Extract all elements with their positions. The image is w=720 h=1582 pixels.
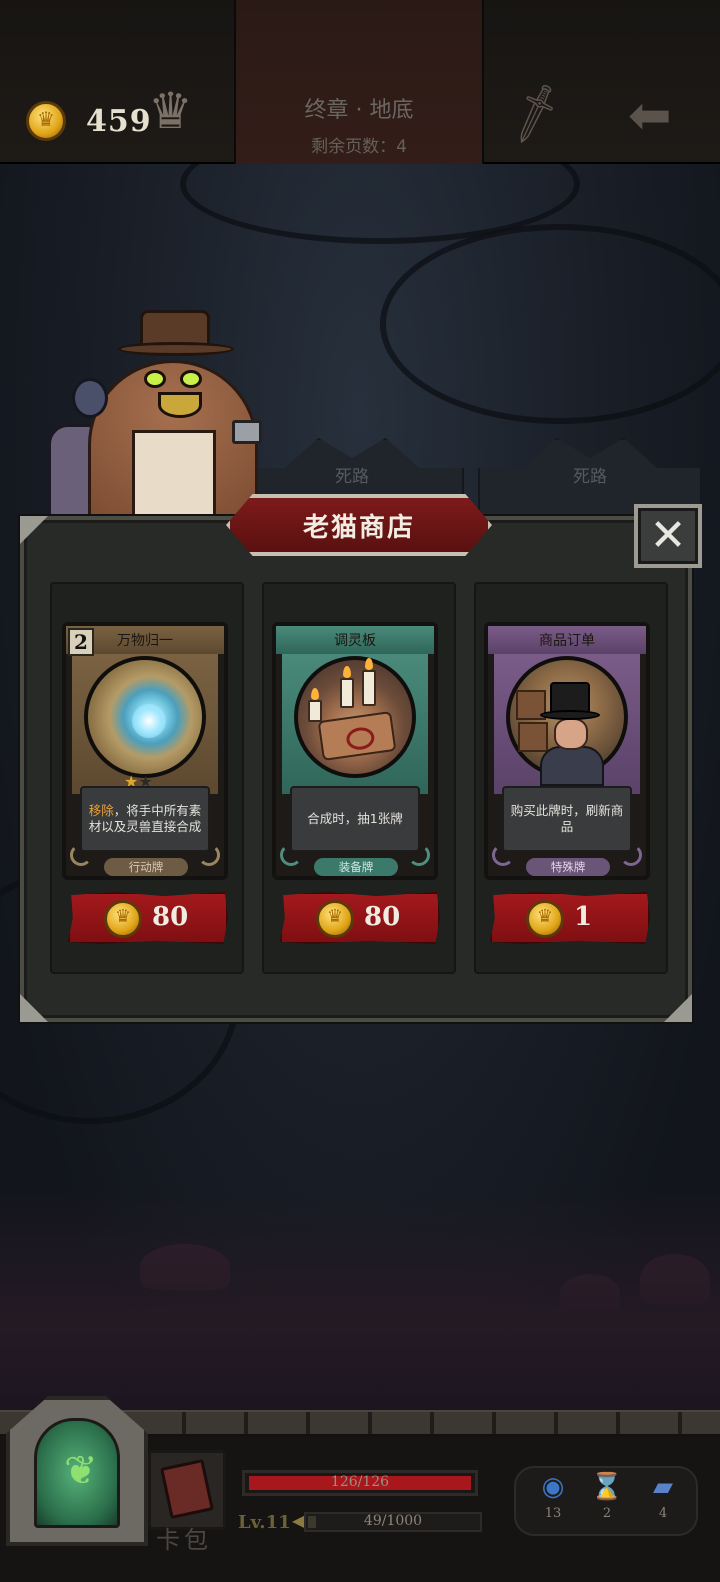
- resource-cards[interactable]: ▰ 4: [638, 1474, 688, 1521]
- shop-card-1[interactable]: 万物归一 2 ★★ 移除，将手中所有素材以及灵兽直接合成 行动牌: [62, 622, 228, 880]
- cave-floor: [0, 1184, 720, 1414]
- merchant-face: [554, 718, 588, 750]
- vine-decoration: [380, 224, 720, 424]
- resource-value: 13: [544, 1506, 562, 1521]
- candle-flame: [343, 666, 351, 678]
- card-description-box: 合成时，抽1张牌: [290, 786, 420, 852]
- level-label: Lv.11: [238, 1512, 291, 1533]
- path-label: 死路: [573, 467, 607, 487]
- candle: [340, 678, 354, 708]
- card-pack-label: 卡包: [156, 1526, 212, 1554]
- gold-coin-icon: [526, 900, 564, 938]
- panel-corner: [20, 516, 48, 544]
- card-description: 合成时，抽1张牌: [307, 811, 403, 826]
- panel-corner: [664, 994, 692, 1022]
- close-button[interactable]: ✕: [634, 504, 702, 568]
- orb-icon: ◉: [541, 1472, 565, 1502]
- resource-value: 2: [602, 1506, 612, 1521]
- card-type-label: 装备牌: [314, 858, 398, 876]
- character-portal-button[interactable]: ❦: [6, 1396, 148, 1546]
- owl-eye: [144, 370, 166, 388]
- candle-flame: [365, 658, 373, 670]
- buy-button-3[interactable]: 1: [490, 892, 650, 944]
- card-name: 商品订单: [539, 633, 595, 649]
- resource-hourglass[interactable]: ⌛ 2: [582, 1474, 632, 1521]
- buy-button-2[interactable]: 80: [280, 892, 440, 944]
- hourglass-icon: ⌛: [590, 1472, 624, 1502]
- curl-ornament: [70, 844, 92, 866]
- card-type-label: 特殊牌: [526, 858, 610, 876]
- cards-icon: ▰: [653, 1472, 673, 1502]
- resource-orb[interactable]: ◉ 13: [528, 1474, 578, 1521]
- curl-ornament: [492, 844, 514, 866]
- card-cost-badge: 2: [68, 628, 94, 656]
- gold-coin-icon: [26, 101, 66, 141]
- curl-ornament: [620, 844, 642, 866]
- gold-coin-icon: [316, 900, 354, 938]
- merchant-art: [506, 656, 628, 786]
- crow-companion: [72, 378, 108, 418]
- owl-beak: [158, 392, 202, 418]
- top-hat-brim: [540, 710, 600, 720]
- card-description: 移除，将手中所有素材以及灵兽直接合成: [86, 803, 204, 835]
- resource-value: 4: [658, 1506, 668, 1521]
- hp-text: 126/126: [330, 1474, 390, 1490]
- curl-ornament: [408, 844, 430, 866]
- vortex-core: [132, 704, 166, 738]
- card-name: 调灵板: [334, 633, 376, 649]
- shop-card-3[interactable]: 商品订单 购买此牌时，刷新商品 特殊牌: [484, 622, 650, 880]
- card-pack-button[interactable]: [148, 1450, 226, 1530]
- merchant-coat: [540, 746, 604, 786]
- crown-icon[interactable]: ♛: [148, 86, 193, 136]
- spirit-board-art: [294, 656, 416, 778]
- vortex-art: [84, 656, 206, 778]
- crate: [518, 722, 548, 752]
- plant-icon: ❦: [64, 1448, 98, 1494]
- back-arrow-icon[interactable]: ⬅: [628, 90, 672, 142]
- owl-hat-brim: [118, 342, 234, 356]
- panel-corner: [20, 994, 48, 1022]
- candle: [308, 700, 322, 722]
- card-description-box: 移除，将手中所有素材以及灵兽直接合成: [80, 786, 210, 852]
- price-value: 1: [574, 902, 593, 932]
- xp-text: 49/1000: [363, 1513, 423, 1529]
- card-description: 购买此牌时，刷新商品: [510, 803, 624, 834]
- curl-ornament: [198, 844, 220, 866]
- candle: [362, 670, 376, 706]
- owl-cup: [232, 420, 262, 444]
- price-value: 80: [152, 902, 189, 932]
- candle-flame: [311, 688, 319, 700]
- buy-button-1[interactable]: 80: [68, 892, 228, 944]
- owl-merchant-npc: [48, 300, 278, 530]
- description-keyword: 移除: [88, 803, 114, 818]
- shop-card-2[interactable]: 调灵板 合成时，抽1张牌 装备牌: [272, 622, 438, 880]
- pages-remaining: 剩余页数：4: [311, 137, 407, 157]
- xp-arrow-icon: ◀: [292, 1511, 305, 1530]
- gold-coin-icon: [104, 900, 142, 938]
- price-value: 80: [364, 902, 401, 932]
- chapter-title: 终章 · 地底: [304, 98, 414, 123]
- owl-eye: [180, 370, 202, 388]
- shop-title: 老猫商店: [302, 513, 415, 543]
- owl-shirt: [132, 430, 216, 520]
- curl-ornament: [280, 844, 302, 866]
- card-description-box: 购买此牌时，刷新商品: [502, 786, 632, 852]
- card-pack-icon: [160, 1458, 214, 1520]
- card-type-label: 行动牌: [104, 858, 188, 876]
- gold-amount: 459: [86, 104, 152, 139]
- close-icon: ✕: [649, 510, 687, 561]
- ouija-board: [317, 711, 397, 761]
